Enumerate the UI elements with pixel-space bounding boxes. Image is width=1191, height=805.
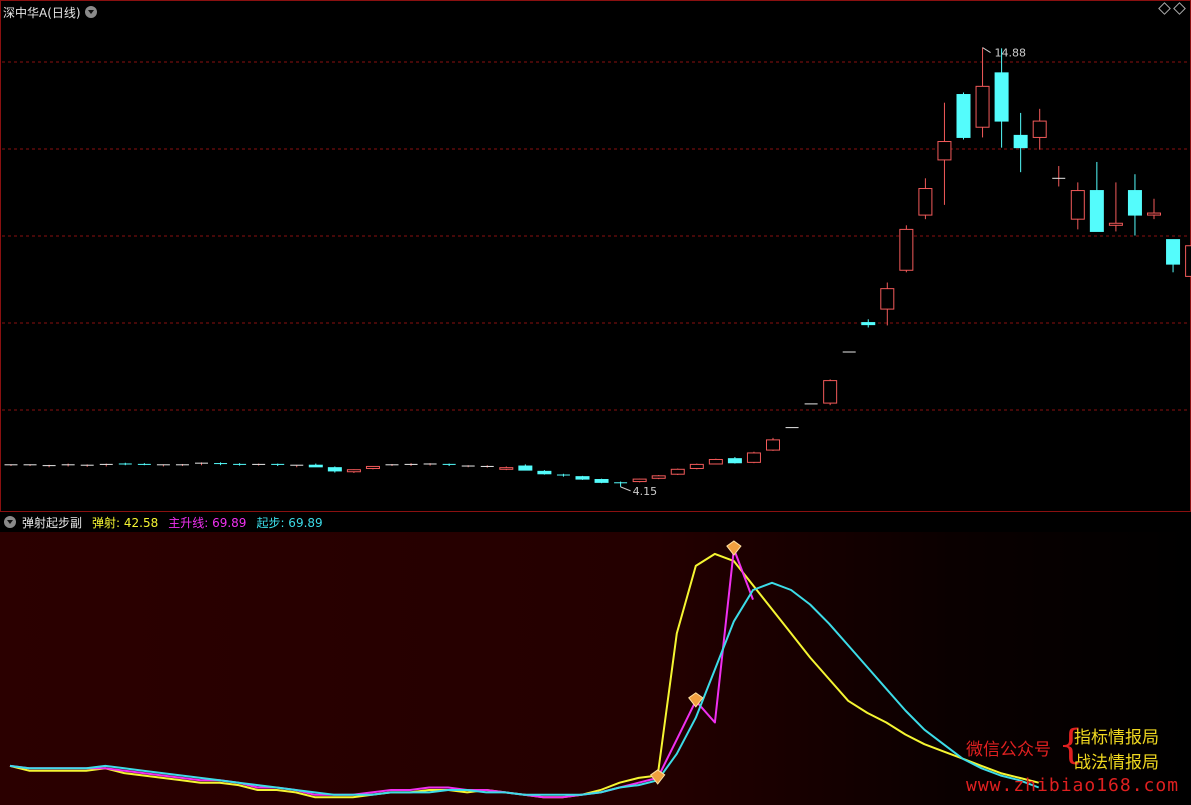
indicator-value-zhushengxian: 主升线: 69.89	[168, 515, 247, 530]
diamond-icon[interactable]	[1173, 2, 1186, 15]
candle-body	[1108, 222, 1123, 226]
chart-title-bar: 深中华A(日线)	[3, 3, 97, 21]
candle-body	[1070, 190, 1085, 220]
candle-body	[994, 72, 1009, 122]
diamond-icon[interactable]	[1158, 2, 1171, 15]
candle-body	[689, 463, 704, 469]
candle-body	[766, 439, 780, 451]
candle-body	[651, 475, 666, 479]
candle-body	[365, 465, 380, 469]
candle-body	[880, 288, 895, 310]
candle-body	[308, 464, 323, 468]
candle-body	[1127, 190, 1142, 216]
candlestick-panel: 深中华A(日线) 14.88 4.15	[0, 0, 1191, 512]
candle-body	[746, 452, 761, 463]
candle-body	[1089, 190, 1104, 232]
watermark-line1: 指标情报局	[1074, 728, 1159, 748]
high-price-label: 14.88	[995, 47, 1027, 60]
candle-body	[346, 469, 361, 473]
low-marker	[620, 486, 631, 492]
high-marker	[982, 47, 991, 53]
candle-body	[575, 476, 590, 480]
candle-body	[1185, 245, 1191, 277]
candle-body	[899, 228, 914, 271]
chevron-down-icon[interactable]	[4, 516, 16, 528]
chevron-down-icon[interactable]	[84, 6, 97, 18]
candle-body	[918, 188, 933, 216]
signal-diamond-icon	[726, 540, 742, 556]
watermark: 微信公众号 { 指标情报局 战法情报局 www.zhibiao168.com	[966, 723, 1181, 803]
candle-body	[632, 478, 647, 483]
indicator-line-cyan	[9, 581, 1040, 796]
indicator-header: 弹射起步副 弹射: 42.58 主升线: 69.89 起步: 69.89	[0, 512, 1191, 532]
panel-controls	[1158, 2, 1186, 15]
candle-body	[823, 380, 838, 404]
candle-body	[499, 467, 514, 470]
candle-body	[861, 322, 876, 326]
candle-body	[670, 468, 685, 475]
indicator-line-yellow	[9, 552, 1039, 799]
watermark-line2: 战法情报局	[1074, 753, 1159, 773]
candle-body	[537, 470, 552, 475]
candle-body	[708, 458, 723, 465]
candle-body	[1166, 239, 1181, 265]
watermark-url: www.zhibiao168.com	[966, 775, 1180, 796]
candle-body	[975, 85, 990, 128]
indicator-line-magenta	[9, 548, 754, 799]
candle-body	[594, 479, 609, 483]
chart-title: 深中华A(日线)	[3, 5, 81, 20]
indicator-name: 弹射起步副	[22, 515, 83, 530]
candle-body	[727, 458, 742, 464]
price-chart: 14.88 4.15	[2, 47, 1191, 498]
low-price-label: 4.15	[633, 485, 658, 498]
candle-body	[956, 94, 971, 138]
candle-body	[518, 465, 533, 471]
candle-body	[1032, 120, 1047, 138]
watermark-wechat: 微信公众号	[966, 740, 1051, 760]
candle-body	[1147, 212, 1161, 216]
candle-body	[1013, 134, 1028, 149]
candle-body	[937, 141, 952, 161]
candle-body	[327, 467, 342, 472]
indicator-value-tanshe: 弹射: 42.58	[92, 515, 159, 530]
indicator-value-qibu: 起步: 69.89	[256, 515, 323, 530]
